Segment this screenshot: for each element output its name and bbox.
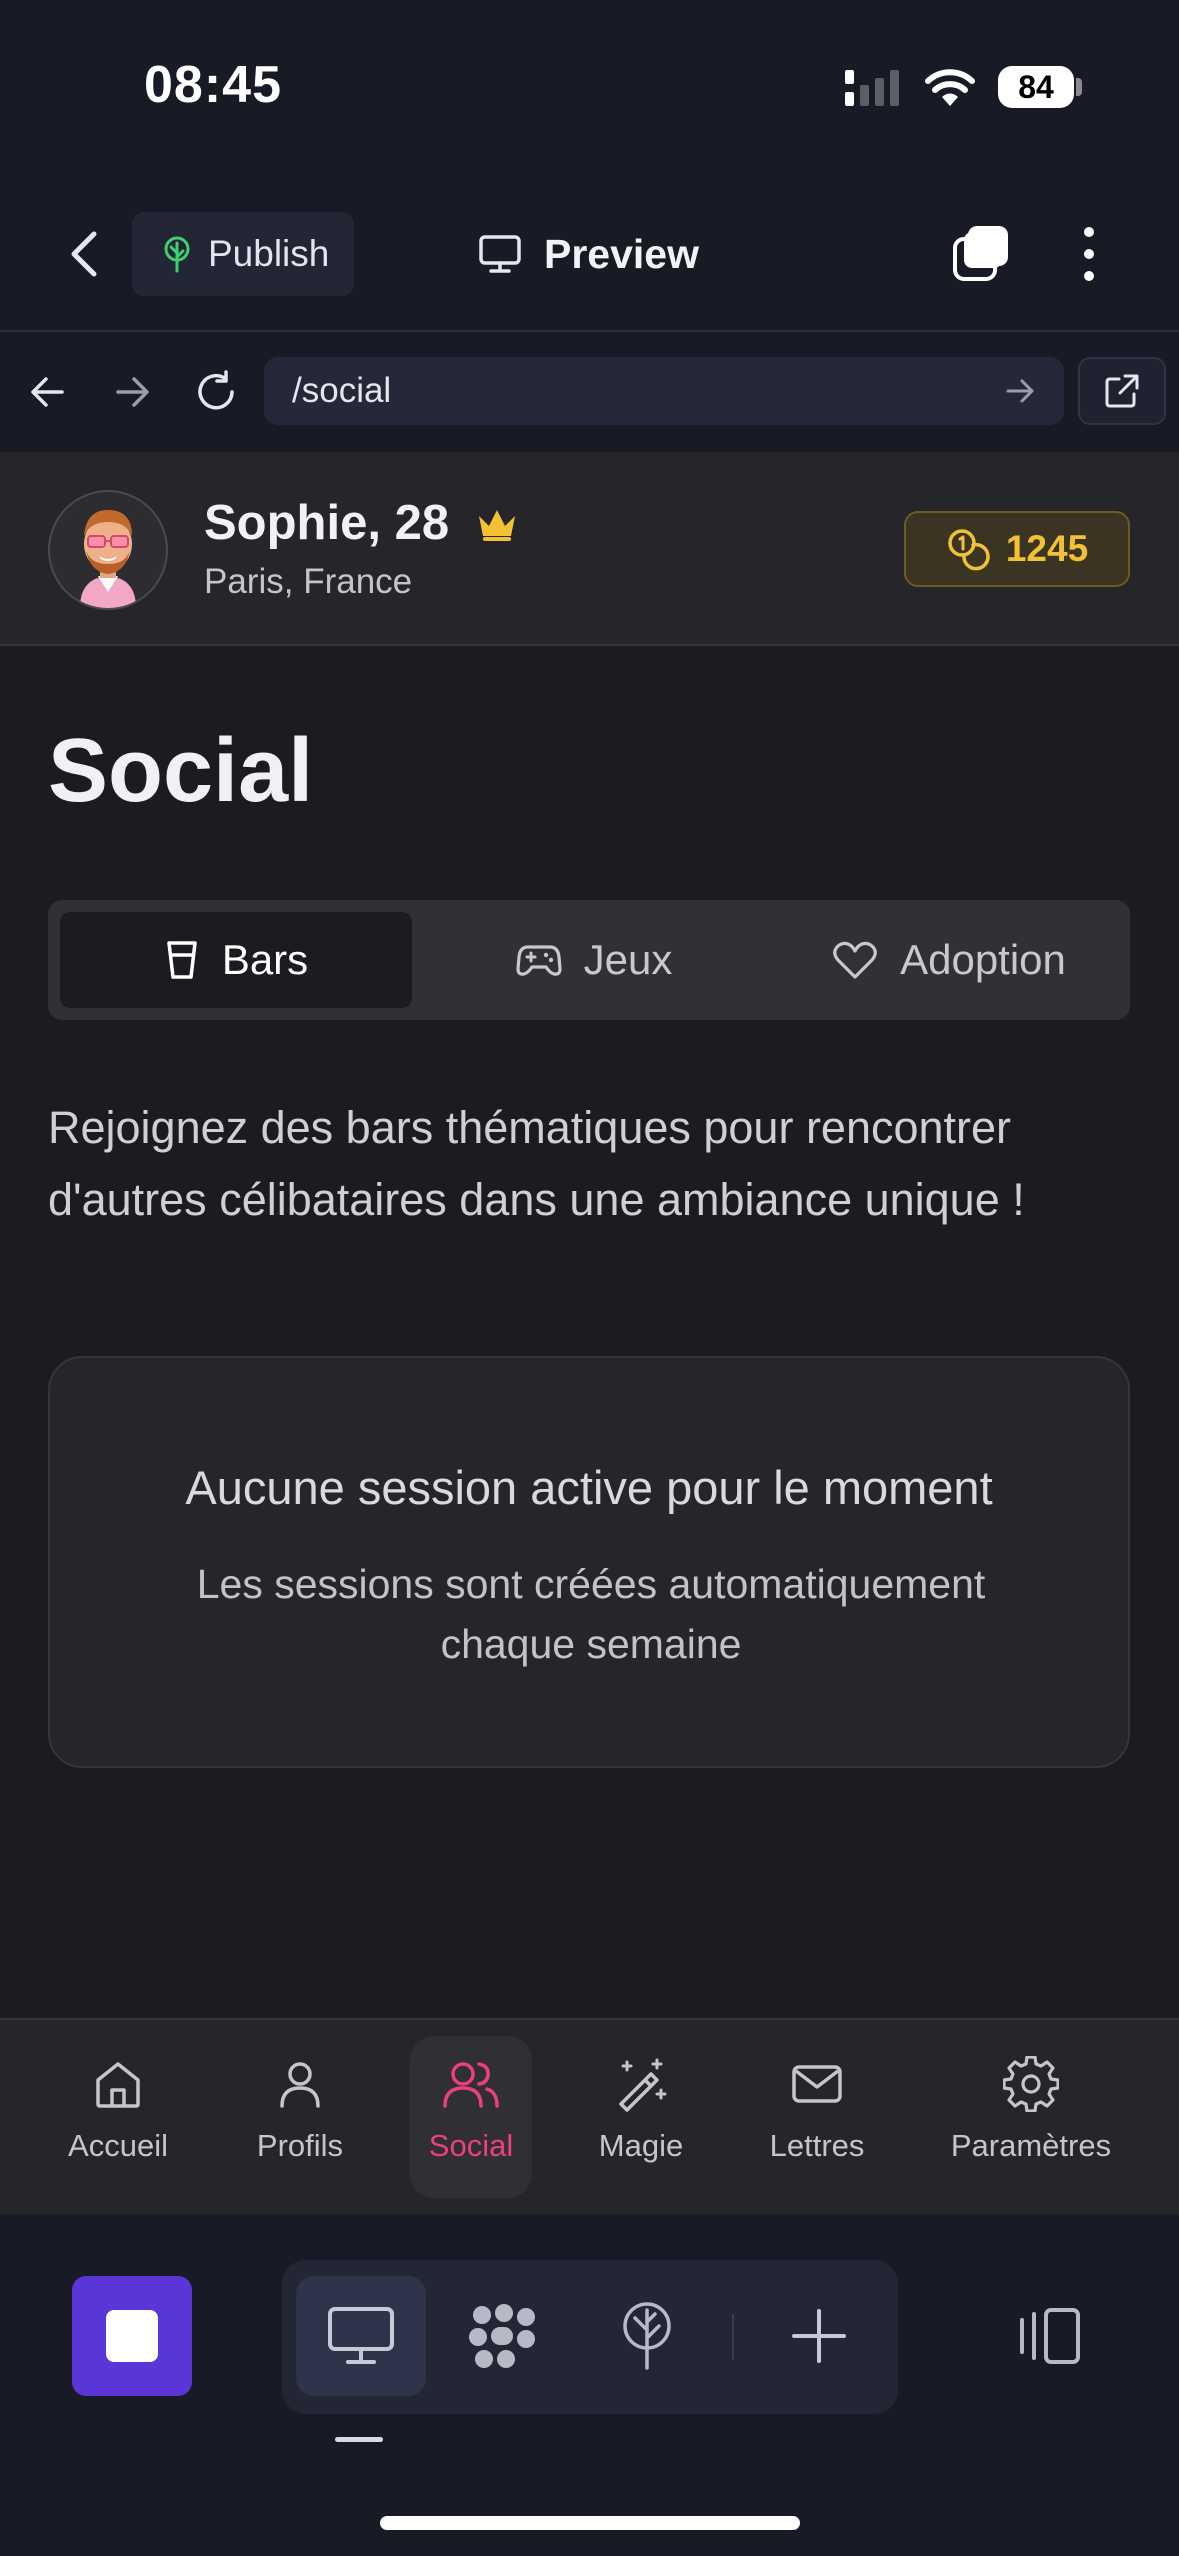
open-external-button[interactable] bbox=[1078, 357, 1166, 425]
stop-icon bbox=[106, 2310, 158, 2362]
user-icon bbox=[272, 2056, 328, 2112]
publish-tree-icon bbox=[160, 235, 194, 273]
coins-badge[interactable]: 1245 bbox=[904, 511, 1130, 587]
users-icon bbox=[441, 2056, 501, 2112]
nav-item-lettres[interactable]: Lettres bbox=[752, 2036, 882, 2198]
user-location: Paris, France bbox=[204, 562, 413, 601]
nav-label-profils: Profils bbox=[256, 2128, 344, 2163]
nav-item-parametres[interactable]: Paramètres bbox=[940, 2036, 1122, 2198]
tree-icon bbox=[617, 2300, 677, 2372]
preview-label: Preview bbox=[544, 230, 699, 277]
nav-forward-arrow-icon[interactable] bbox=[110, 370, 154, 414]
nav-back-arrow-icon[interactable] bbox=[26, 370, 70, 414]
empty-state-title: Aucune session active pour le moment bbox=[185, 1461, 993, 1514]
home-indicator[interactable] bbox=[380, 2516, 800, 2530]
publish-label: Publish bbox=[208, 233, 330, 274]
url-text: /social bbox=[292, 371, 392, 410]
nav-item-accueil[interactable]: Accueil bbox=[40, 2036, 196, 2198]
nav-label-parametres: Paramètres bbox=[950, 2128, 1112, 2163]
empty-state-card: Aucune session active pour le moment Les… bbox=[48, 1356, 1130, 1768]
home-icon bbox=[90, 2056, 146, 2112]
magic-wand-icon bbox=[613, 2056, 669, 2112]
user-name-age: Sophie, 28 bbox=[204, 496, 450, 550]
tab-adoption[interactable]: Adoption bbox=[774, 912, 1124, 1008]
gear-icon bbox=[1003, 2056, 1059, 2112]
status-time: 08:45 bbox=[144, 56, 282, 114]
page-title: Social bbox=[48, 721, 314, 821]
tabs-switcher-icon[interactable] bbox=[950, 222, 1014, 286]
publish-tree-tool-button[interactable] bbox=[582, 2276, 712, 2396]
nav-label-accueil: Accueil bbox=[68, 2128, 168, 2163]
mail-icon bbox=[789, 2056, 845, 2112]
tab-bars-label: Bars bbox=[221, 936, 309, 983]
reload-icon[interactable] bbox=[192, 368, 240, 416]
back-icon[interactable] bbox=[62, 226, 110, 282]
split-view-button[interactable] bbox=[982, 2276, 1112, 2396]
desktop-icon bbox=[326, 2305, 396, 2367]
components-view-button[interactable] bbox=[438, 2276, 568, 2396]
wifi-icon bbox=[924, 66, 976, 108]
nav-item-social[interactable]: Social bbox=[410, 2036, 532, 2198]
url-go-arrow-icon[interactable] bbox=[1004, 376, 1038, 406]
nav-label-social: Social bbox=[428, 2128, 514, 2163]
preview-button[interactable]: Preview bbox=[478, 226, 699, 282]
components-icon bbox=[465, 2300, 541, 2372]
avatar[interactable] bbox=[48, 490, 168, 610]
active-indicator bbox=[335, 2437, 383, 2442]
tab-bars[interactable]: Bars bbox=[60, 912, 412, 1008]
battery-indicator: 84 bbox=[998, 66, 1074, 108]
tab-jeux[interactable]: Jeux bbox=[424, 912, 764, 1008]
url-bar[interactable]: /social bbox=[264, 357, 1064, 425]
chrome-divider bbox=[0, 330, 1179, 332]
stop-button[interactable] bbox=[72, 2276, 192, 2396]
nav-item-profils[interactable]: Profils bbox=[230, 2036, 370, 2198]
desktop-view-button[interactable] bbox=[296, 2276, 426, 2396]
plus-icon bbox=[790, 2307, 848, 2365]
social-tabs: Bars Jeux Adoption bbox=[48, 900, 1130, 1020]
user-name: Sophie, 28 bbox=[204, 495, 519, 551]
more-vertical-icon[interactable] bbox=[1074, 222, 1104, 286]
crown-icon bbox=[475, 504, 519, 542]
add-button[interactable] bbox=[754, 2276, 884, 2396]
coins-icon bbox=[946, 527, 990, 571]
battery-nub bbox=[1076, 78, 1082, 96]
nav-label-magie: Magie bbox=[598, 2128, 684, 2163]
toolbar-separator bbox=[732, 2314, 734, 2360]
glass-icon bbox=[164, 939, 200, 981]
monitor-icon bbox=[478, 234, 522, 274]
split-view-icon bbox=[1010, 2306, 1084, 2366]
coins-count: 1245 bbox=[1005, 528, 1089, 569]
empty-state-subtitle: Les sessions sont créées automatiquement… bbox=[196, 1561, 986, 1667]
external-link-icon bbox=[1103, 372, 1141, 410]
tab-jeux-label: Jeux bbox=[583, 936, 673, 983]
tab-adoption-label: Adoption bbox=[900, 936, 1066, 983]
heart-icon bbox=[832, 939, 878, 981]
signal-icon bbox=[845, 70, 905, 110]
nav-item-magie[interactable]: Magie bbox=[574, 2036, 708, 2198]
publish-button[interactable]: Publish bbox=[132, 212, 354, 296]
nav-label-lettres: Lettres bbox=[769, 2128, 865, 2163]
intro-text: Rejoignez des bars thématiques pour renc… bbox=[48, 1102, 1025, 1225]
gamepad-icon bbox=[516, 941, 562, 979]
